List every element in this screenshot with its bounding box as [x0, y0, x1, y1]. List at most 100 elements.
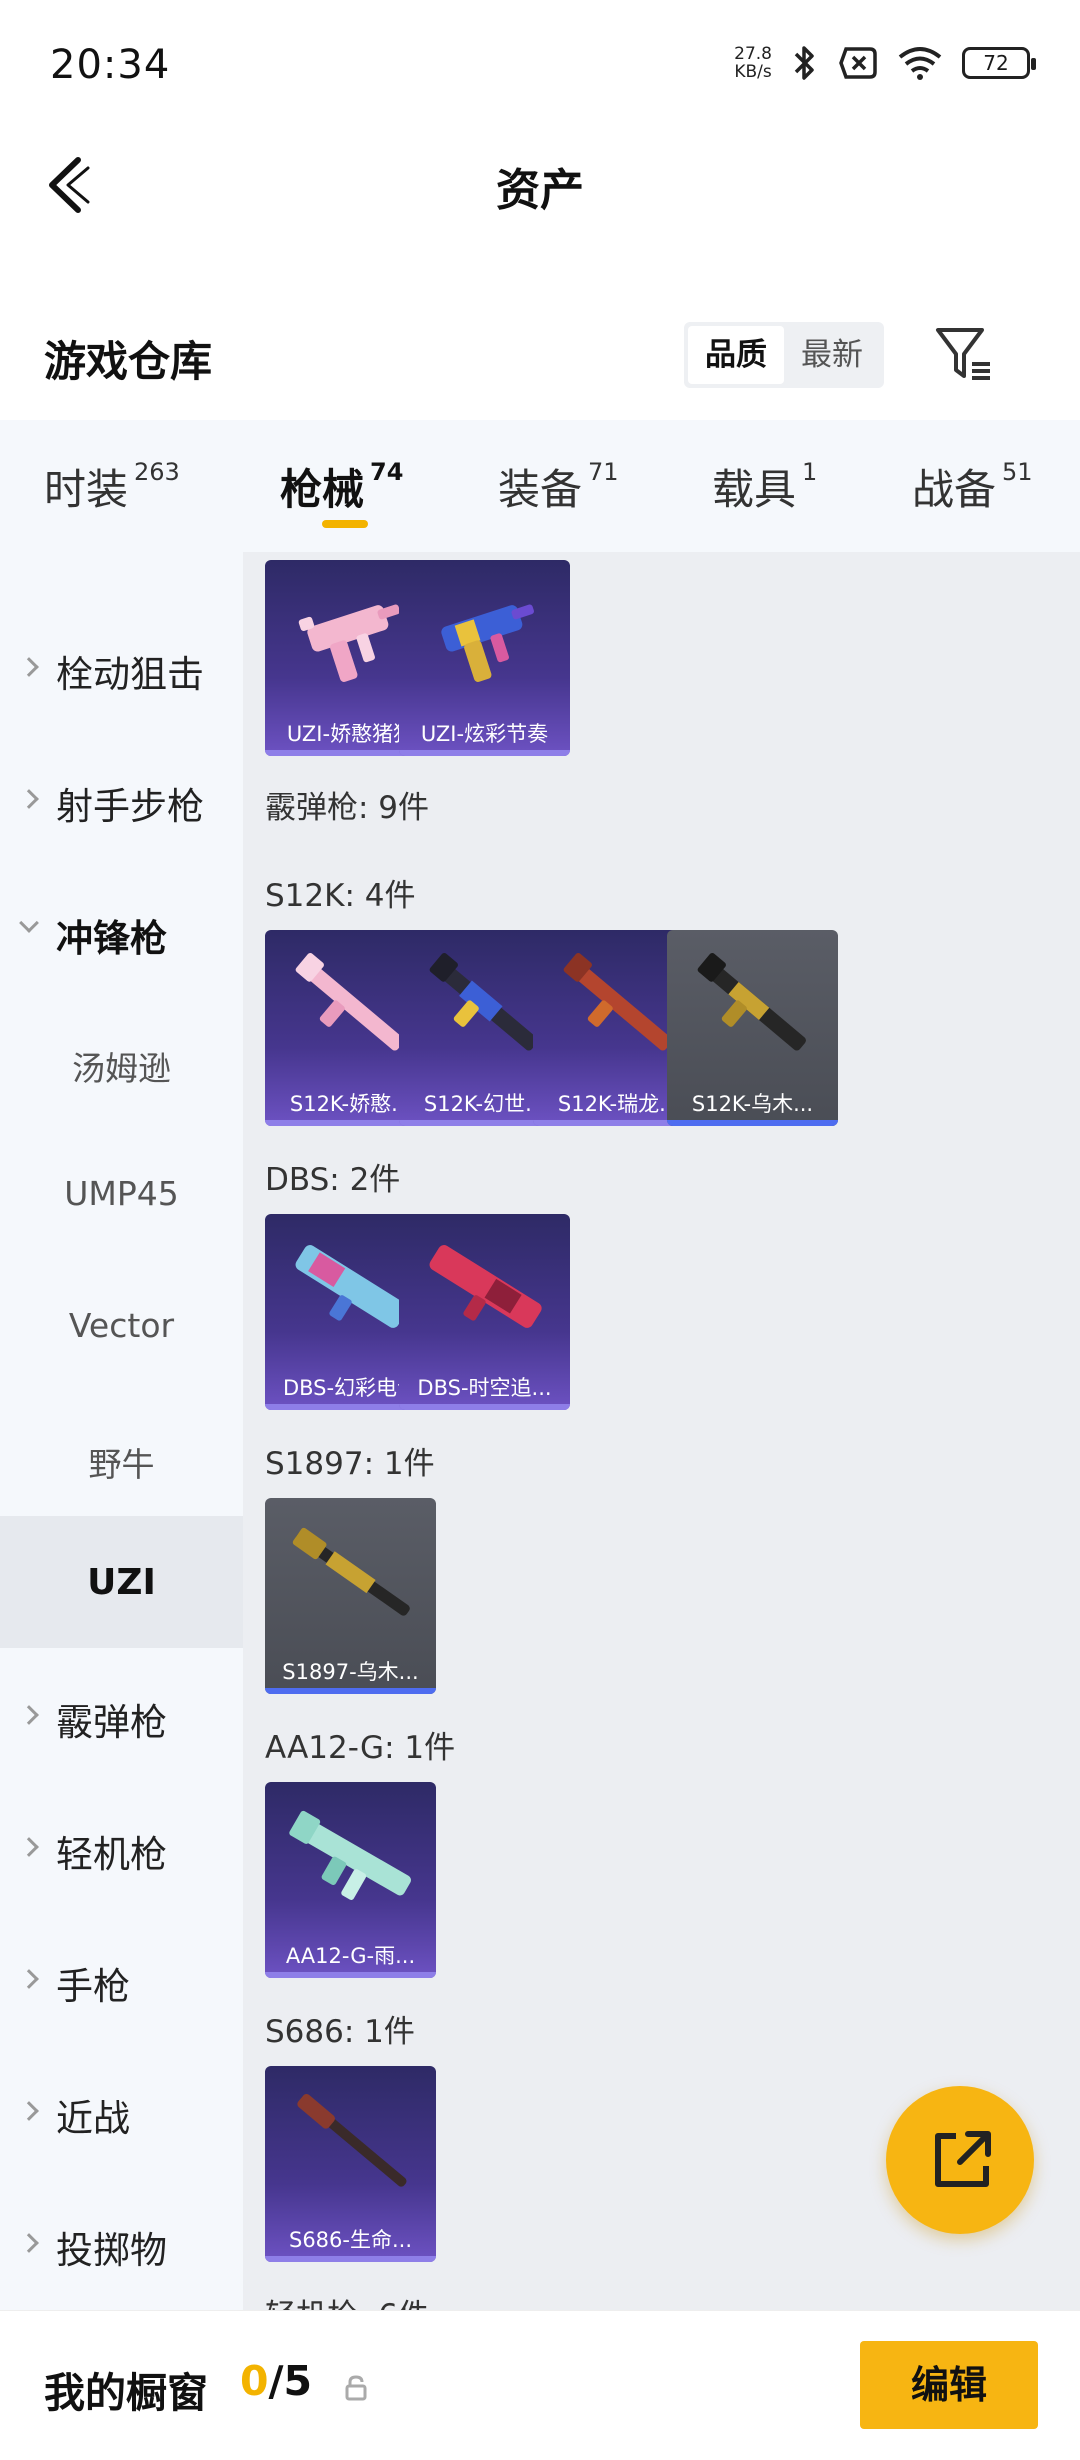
sidebar-item-label: 投掷物 [56, 2229, 167, 2272]
group-header-dbs: DBS: 2件 [265, 1162, 401, 1198]
sidebar-item-smg[interactable]: 冲锋枪 [0, 864, 243, 996]
sidebar-item-label: 霰弹枪 [56, 1701, 167, 1744]
sidebar-subitem-thompson[interactable]: 汤姆逊 [0, 996, 243, 1128]
sidebar-subitem-bizon[interactable]: 野牛 [0, 1392, 243, 1524]
showcase-bar: 我的橱窗 0/5 编辑 [0, 2310, 1080, 2460]
battery-indicator: 72 [962, 47, 1036, 79]
share-export-icon [935, 2131, 991, 2187]
sidebar-subitem-label: 野牛 [88, 1445, 155, 1484]
network-speed: 27.8 KB/s [734, 45, 772, 81]
sidebar-subitem-label: Vector [68, 1306, 175, 1345]
s12k-ebony-skin-icon [697, 952, 806, 1051]
uzi-colorful-skin-icon [441, 604, 534, 682]
chevron-right-icon [19, 2101, 39, 2121]
weapon-card[interactable]: S12K-乌木... [667, 930, 838, 1126]
tab-guns-label: 枪械 [280, 465, 365, 514]
warehouse-title: 游戏仓库 [44, 337, 213, 386]
group-header-lmg: 轻机枪: 6件 [265, 2290, 429, 2310]
weapon-card[interactable]: DBS-时空追... [399, 1214, 570, 1410]
group-header-s12k: S12K: 4件 [265, 878, 416, 914]
rarity-bar [265, 2256, 436, 2262]
active-tab-indicator [322, 520, 368, 528]
tab-supplies-label: 战备 [912, 465, 997, 514]
weapon-card[interactable]: S686-生命... [265, 2066, 436, 2262]
group-header-aa12g: AA12-G: 1件 [265, 1730, 456, 1766]
group-header-s1897: S1897: 1件 [265, 1446, 435, 1482]
sidebar-item-label: 冲锋枪 [56, 917, 167, 960]
sidebar-subitem-label: UZI [87, 1562, 156, 1603]
sidebar-subitem-uzi[interactable]: UZI [0, 1516, 243, 1648]
sidebar-item-dmr[interactable]: 射手步枪 [0, 732, 243, 864]
rarity-bar [265, 1688, 436, 1694]
weapon-card-name: AA12-G-雨... [285, 1944, 416, 1968]
bluetooth-icon [794, 46, 814, 80]
status-bar: 20:34 27.8 KB/s 72 [0, 0, 1080, 130]
sidebar-item-pistol[interactable]: 手枪 [0, 1912, 243, 2044]
sidebar-subitem-vector[interactable]: Vector [0, 1260, 243, 1392]
weapon-card-name: S1897-乌木... [282, 1660, 419, 1684]
network-speed-unit: KB/s [734, 62, 772, 82]
chevron-right-icon [19, 789, 39, 809]
weapon-card-name: S12K-乌木... [691, 1092, 814, 1116]
chevron-right-icon [19, 1705, 39, 1725]
s686-skin-icon [297, 2093, 407, 2187]
category-tabs: 时装 263 枪械 74 装备 71 载具 1 战备 51 [0, 420, 1080, 552]
sidebar-item-shotgun[interactable]: 霰弹枪 [0, 1648, 243, 1780]
sort-latest-option[interactable]: 最新 [784, 326, 880, 384]
sidebar-item-label: 轻机枪 [56, 1833, 167, 1876]
rarity-bar [399, 1404, 570, 1410]
chevron-right-icon [19, 2233, 39, 2253]
rarity-bar [399, 750, 570, 756]
app-header: 资产 [0, 130, 1080, 240]
sidebar-item-throwables[interactable]: 投掷物 [0, 2176, 243, 2308]
sidebar-item-label: 栓动狙击 [56, 653, 204, 696]
tab-guns[interactable]: 枪械 74 [280, 456, 403, 517]
sidebar-item-melee[interactable]: 近战 [0, 2044, 243, 2176]
share-button[interactable] [886, 2086, 1034, 2234]
sidebar-item-label: 射手步枪 [56, 785, 204, 828]
filter-icon[interactable] [932, 322, 996, 386]
showcase-label: 我的橱窗 [44, 2369, 208, 2417]
page-title: 资产 [496, 165, 584, 216]
sort-toggle: 品质 最新 [684, 322, 884, 388]
rarity-bar [265, 1972, 436, 1978]
tab-vehicles-count: 1 [802, 458, 818, 486]
tab-equipment-label: 装备 [498, 465, 583, 514]
sort-quality-option[interactable]: 品质 [688, 326, 784, 384]
weapon-card-name: DBS-时空追... [417, 1376, 552, 1400]
s1897-ebony-skin-icon [292, 1527, 410, 1616]
weapon-card[interactable]: S1897-乌木... [265, 1498, 436, 1694]
sim-off-icon [839, 47, 877, 79]
status-icons: 27.8 KB/s 72 [734, 44, 1036, 82]
tab-guns-count: 74 [370, 458, 404, 486]
status-time: 20:34 [50, 42, 171, 88]
dbs-red-skin-icon [429, 1245, 542, 1328]
weapon-grid: UZI-娇憨猪猪 UZI-炫彩节奏 霰弹枪: 9件 S12K: 4件 S12K-… [243, 552, 1080, 2310]
chevron-right-icon [19, 1969, 39, 1989]
sidebar-item-bolt-sniper[interactable]: 栓动狙击 [0, 600, 243, 732]
tab-supplies[interactable]: 战备 51 [912, 456, 1033, 517]
tab-fashion-label: 时装 [44, 465, 129, 514]
chevron-down-icon [19, 913, 39, 933]
weapon-card[interactable]: AA12-G-雨... [265, 1782, 436, 1978]
sidebar-item-lmg[interactable]: 轻机枪 [0, 1780, 243, 1912]
weapon-card-name: UZI-炫彩节奏 [420, 722, 549, 746]
weapon-card[interactable]: UZI-炫彩节奏 [399, 560, 570, 756]
tab-vehicles[interactable]: 载具 1 [712, 456, 817, 517]
wifi-icon [898, 47, 942, 80]
chevron-right-icon [19, 1837, 39, 1857]
lock-icon [345, 2375, 367, 2401]
aa12g-skin-icon [289, 1810, 411, 1900]
tab-vehicles-label: 载具 [712, 465, 797, 514]
tab-equipment[interactable]: 装备 71 [498, 456, 619, 517]
tab-fashion[interactable]: 时装 263 [44, 456, 180, 517]
sidebar-subitem-ump45[interactable]: UMP45 [0, 1128, 243, 1260]
rarity-bar [667, 1120, 838, 1126]
weapon-card-name: S686-生命... [288, 2228, 413, 2252]
edit-button[interactable]: 编辑 [860, 2341, 1038, 2429]
group-header-s686: S686: 1件 [265, 2014, 415, 2050]
chevron-right-icon [19, 657, 39, 677]
network-speed-value: 27.8 [734, 44, 772, 64]
showcase-count-current: 0 [240, 2357, 269, 2405]
sidebar-item-label: 手枪 [56, 1965, 130, 2008]
